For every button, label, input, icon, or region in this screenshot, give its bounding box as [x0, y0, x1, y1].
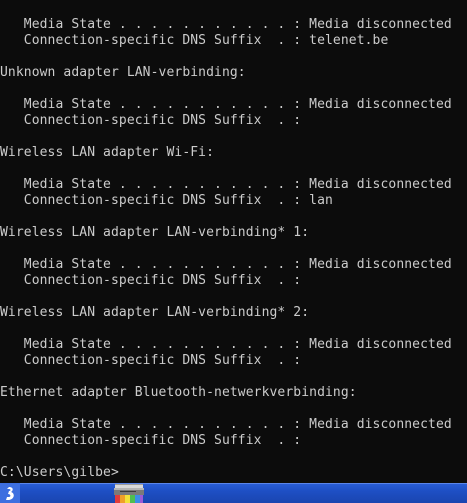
console-line: Media State . . . . . . . . . . . : Medi…	[0, 257, 452, 272]
console-line: Connection-specific DNS Suffix . :	[0, 113, 302, 128]
adapter-heading: Wireless LAN adapter Wi-Fi:	[0, 145, 215, 160]
console-line: Media State . . . . . . . . . . . : Medi…	[0, 17, 452, 32]
taskbar	[0, 483, 467, 503]
command-prompt[interactable]: C:\Users\gilbe>	[0, 465, 467, 481]
console-output: Media State . . . . . . . . . . . : Medi…	[0, 17, 467, 481]
console-window[interactable]: Media State . . . . . . . . . . . : Medi…	[0, 0, 467, 483]
console-line: Media State . . . . . . . . . . . : Medi…	[0, 97, 452, 112]
printer-icon[interactable]	[112, 483, 158, 503]
console-line: Connection-specific DNS Suffix . : telen…	[0, 33, 389, 48]
app-icon[interactable]	[0, 483, 20, 503]
console-line: Connection-specific DNS Suffix . :	[0, 433, 302, 448]
console-line: Connection-specific DNS Suffix . : lan	[0, 193, 333, 208]
adapter-heading: Wireless LAN adapter LAN-verbinding* 1:	[0, 225, 310, 240]
console-line: Media State . . . . . . . . . . . : Medi…	[0, 177, 452, 192]
console-line: Media State . . . . . . . . . . . : Medi…	[0, 417, 452, 432]
adapter-heading: Wireless LAN adapter LAN-verbinding* 2:	[0, 305, 310, 320]
console-line: Connection-specific DNS Suffix . :	[0, 353, 302, 368]
taskbar-edge	[0, 483, 467, 484]
adapter-heading: Ethernet adapter Bluetooth-netwerkverbin…	[0, 385, 357, 400]
console-line: Media State . . . . . . . . . . . : Medi…	[0, 337, 452, 352]
console-line: Connection-specific DNS Suffix . :	[0, 273, 302, 288]
adapter-heading: Unknown adapter LAN-verbinding:	[0, 65, 246, 80]
